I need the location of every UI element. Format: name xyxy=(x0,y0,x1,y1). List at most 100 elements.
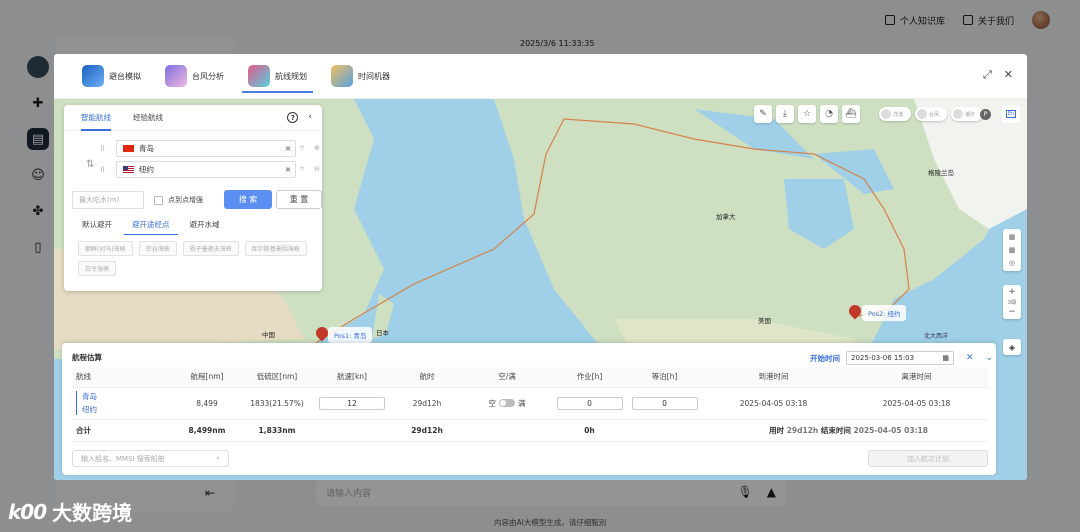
chevron-left-icon[interactable]: ‹ xyxy=(308,112,312,123)
search-icon: ⌕ xyxy=(216,454,220,462)
map-toolbar: ✎ ⤓ ☆ ◔ ⛴ xyxy=(754,105,860,123)
tab-typhoon-analysis[interactable]: 台风分析 xyxy=(159,54,230,99)
tab-typhoon-avoid[interactable]: 避台模拟 xyxy=(76,54,147,99)
port-label-destination: Pos2: 纽约 xyxy=(862,305,907,321)
col-header: 航速[kn] xyxy=(312,367,392,388)
tab-smart-route[interactable]: 智能航线 xyxy=(72,105,120,131)
tab-avoid-waters[interactable]: 避开水域 xyxy=(180,213,230,235)
map-label-china: 中国 xyxy=(262,331,275,339)
star-icon[interactable]: ☆ xyxy=(798,105,816,123)
route-origin[interactable]: 青岛 xyxy=(82,391,172,402)
estimate-table: 航线 航程[nm] 低硫区[nm] 航速[kn] 航时 空/满 作业[h] 等泊… xyxy=(72,367,988,442)
p-badge[interactable]: P xyxy=(980,109,991,120)
tide-toggle[interactable]: 潮汐 xyxy=(951,107,983,121)
work-hours-input[interactable]: 0 xyxy=(556,396,623,410)
route-planning-icon xyxy=(248,65,270,87)
route-type-tabs: 智能航线 经验航线 ? ‹ xyxy=(64,105,322,131)
measure-icon[interactable]: ▦ xyxy=(1009,233,1016,241)
col-header: 离港时间 xyxy=(845,367,988,388)
swap-icon[interactable]: ⇅ xyxy=(86,159,94,170)
history-icon[interactable]: ◔ xyxy=(820,105,838,123)
watermark: k00 大数跨境 xyxy=(8,499,133,526)
total-duration: 29d12h xyxy=(392,419,462,442)
departure-cell: 2025-04-05 03:18 xyxy=(845,387,988,420)
location-icon[interactable]: ⌾ xyxy=(300,165,304,174)
chip-strait[interactable]: 朝鲜(对马)海峡 xyxy=(78,241,133,256)
speed-input[interactable]: 12 xyxy=(319,396,385,410)
empty-full-switch[interactable]: 空 满 xyxy=(489,398,526,409)
voyage-estimate-panel: 航程估算 开始时间 2025-03-06 15:03 ▦ ✕ ⌄ 航线 航程[n… xyxy=(62,343,996,475)
typhoon-toggle[interactable]: 台风 xyxy=(915,107,947,121)
download-icon[interactable]: ⤓ xyxy=(776,105,794,123)
distance-cell: 8,499 xyxy=(172,387,242,420)
chip-strait[interactable]: 库尔斯基莫因海峡 xyxy=(244,241,307,256)
zoom-out-icon[interactable]: − xyxy=(1008,307,1016,317)
col-header: 航线 xyxy=(72,367,172,388)
drag-handle-icon[interactable]: ⠿ xyxy=(100,166,105,174)
chevron-down-icon[interactable]: ⌄ xyxy=(986,353,994,363)
col-header: 作业[h] xyxy=(552,367,627,388)
total-distance: 8,499nm xyxy=(172,419,242,442)
modal-header: 避台模拟 台风分析 航线规划 时间机器 ⤢ ✕ xyxy=(54,54,1027,99)
zoom-in-icon[interactable]: + xyxy=(1008,287,1016,297)
ship-search-input[interactable]: 输入船名、MMSI 搜索船舶 ⌕ xyxy=(72,450,229,467)
layers-icon[interactable]: ◈ xyxy=(1003,339,1021,355)
chip-strait[interactable]: 白令海峡 xyxy=(78,261,117,276)
tab-experience-route[interactable]: 经验航线 xyxy=(124,105,172,131)
tab-route-planning[interactable]: 航线规划 xyxy=(242,54,313,99)
col-header: 低硫区[nm] xyxy=(242,367,312,388)
zoom-level: 3级 xyxy=(1007,300,1017,306)
location-icon[interactable]: ⌾ xyxy=(300,144,304,153)
clear-icon[interactable]: ✖ xyxy=(285,145,291,153)
route-names: 青岛 纽约 xyxy=(76,391,172,415)
language-button[interactable]: En xyxy=(1002,105,1020,123)
point-enhance-checkbox[interactable]: 点到点增强 xyxy=(154,195,203,205)
avoid-tabs: 默认避开 避开途经点 避开水域 xyxy=(72,213,230,235)
col-header: 空/满 xyxy=(462,367,552,388)
map-label-north-atlantic: 北大西洋 xyxy=(924,333,949,340)
estimate-title: 航程估算 xyxy=(72,353,102,362)
help-icon[interactable]: ? xyxy=(287,112,299,123)
map-view[interactable]: 格陵兰岛 加拿大 美国 中国 日本 北大西洋 Pos1: 青岛 Pos2: 纽约… xyxy=(54,99,1027,480)
ship-route-icon[interactable]: ⛴ xyxy=(842,105,860,123)
map-label-japan: 日本 xyxy=(376,329,389,337)
chip-strait[interactable]: 宗谷海峡 xyxy=(138,241,177,256)
close-icon[interactable]: ✕ xyxy=(1004,68,1013,82)
start-time-input[interactable]: 2025-03-06 15:03 ▦ xyxy=(846,351,954,365)
time-machine-icon xyxy=(331,65,353,87)
route-planning-modal: 避台模拟 台风分析 航线规划 时间机器 ⤢ ✕ 格陵兰岛 加拿大 美国 中国 日… xyxy=(54,54,1027,480)
close-icon[interactable]: ✕ xyxy=(966,353,974,363)
total-row: 合计 8,499nm 1,833nm 29d12h 0h 用时 29d12h 结… xyxy=(72,419,988,442)
col-header: 等泊[h] xyxy=(627,367,702,388)
berth-hours-input[interactable]: 0 xyxy=(631,396,698,410)
add-point-icon[interactable]: ⊕ xyxy=(314,144,320,152)
tab-default-avoid[interactable]: 默认避开 xyxy=(72,213,122,235)
grid-icon[interactable]: ▩ xyxy=(1009,246,1016,254)
port-label-origin: Pos1: 青岛 xyxy=(328,327,373,343)
col-header: 航程[nm] xyxy=(172,367,242,388)
edit-icon[interactable]: ✎ xyxy=(754,105,772,123)
chip-strait[interactable]: 扬子墨德夫海峡 xyxy=(182,241,239,256)
route-destination[interactable]: 纽约 xyxy=(82,404,172,415)
clear-icon[interactable]: ✖ xyxy=(285,166,291,174)
locate-icon[interactable]: ◎ xyxy=(1009,259,1015,267)
fullscreen-icon[interactable]: ⤢ xyxy=(983,68,992,82)
total-eca: 1,833nm xyxy=(242,419,312,442)
reset-button[interactable]: 重 置 xyxy=(276,190,322,209)
tab-avoid-waypoints[interactable]: 避开途经点 xyxy=(122,213,180,235)
tab-time-machine[interactable]: 时间机器 xyxy=(325,54,396,99)
remove-point-icon[interactable]: ⊖ xyxy=(314,165,320,173)
max-draft-input[interactable]: 最大吃水(m) xyxy=(72,191,144,209)
destination-field[interactable]: 纽约 ✖ xyxy=(116,161,296,178)
origin-field[interactable]: 青岛 ✖ xyxy=(116,140,296,157)
drag-handle-icon[interactable]: ⠿ xyxy=(100,145,105,153)
map-side-tools: ▦ ▩ ◎ xyxy=(1003,229,1021,271)
add-voyage-plan-button[interactable]: 加入航次计划 xyxy=(868,450,988,467)
map-label-greenland: 格陵兰岛 xyxy=(928,169,954,177)
calendar-icon: ▦ xyxy=(942,354,949,362)
search-button[interactable]: 搜 索 xyxy=(224,190,272,209)
usa-flag-icon xyxy=(123,166,134,173)
table-row: 青岛 纽约 8,499 1833(21.57%) 12 29d12h 空 满 0… xyxy=(72,387,988,420)
ocean-current-toggle[interactable]: 洋流 xyxy=(879,107,911,121)
total-work: 0h xyxy=(552,419,627,442)
